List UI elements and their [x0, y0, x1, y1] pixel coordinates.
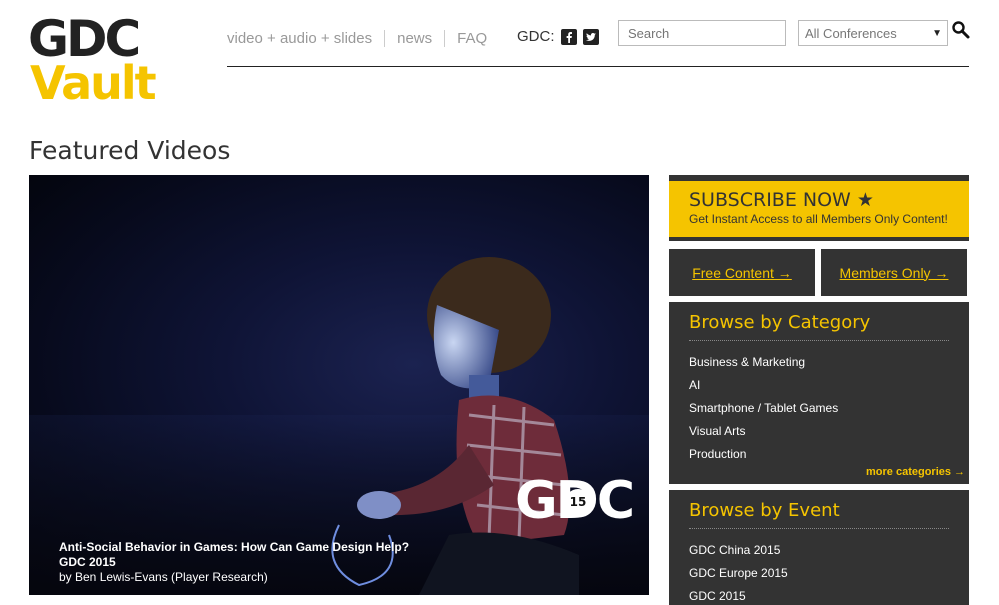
browse-category-title: Browse by Category	[689, 312, 949, 341]
free-content-button[interactable]: Free Content →	[669, 249, 815, 296]
hero-caption[interactable]: Anti-Social Behavior in Games: How Can G…	[59, 540, 409, 585]
header-divider	[227, 66, 969, 67]
sidebar-rule	[669, 237, 969, 241]
category-item[interactable]: AI	[689, 374, 949, 397]
gdc15-watermark: GDC 15	[515, 475, 635, 527]
featured-video-hero[interactable]: GDC 15 Anti-Social Behavior in Games: Ho…	[29, 175, 649, 595]
category-item[interactable]: Production	[689, 443, 949, 466]
members-only-button[interactable]: Members Only →	[821, 249, 967, 296]
twitter-icon[interactable]	[582, 28, 599, 45]
social-label: GDC:	[517, 28, 555, 45]
facebook-icon[interactable]	[560, 28, 577, 45]
watermark-badge: 15	[565, 489, 591, 515]
logo-line2: Vault	[30, 56, 157, 110]
event-list: GDC China 2015 GDC Europe 2015 GDC 2015	[689, 539, 949, 605]
subscribe-subtitle: Get Instant Access to all Members Only C…	[689, 212, 948, 226]
category-item[interactable]: Visual Arts	[689, 420, 949, 443]
nav-faq[interactable]: FAQ	[457, 30, 487, 47]
browse-event-title: Browse by Event	[689, 500, 949, 529]
magnifier-icon[interactable]	[951, 20, 971, 40]
category-item[interactable]: Business & Marketing	[689, 351, 949, 374]
event-item[interactable]: GDC 2015	[689, 585, 949, 605]
browse-by-event-box: Browse by Event GDC China 2015 GDC Europ…	[669, 490, 969, 605]
top-nav: video + audio + slides news FAQ	[227, 30, 487, 47]
nav-video-audio-slides[interactable]: video + audio + slides	[227, 30, 372, 47]
nav-news[interactable]: news	[397, 30, 432, 47]
subscribe-now-banner[interactable]: SUBSCRIBE NOW ★ Get Instant Access to al…	[669, 181, 969, 237]
event-item[interactable]: GDC Europe 2015	[689, 562, 949, 585]
nav-divider	[444, 30, 446, 47]
hero-title: Anti-Social Behavior in Games: How Can G…	[59, 540, 410, 554]
social-links: GDC:	[517, 28, 599, 45]
search-input[interactable]	[618, 20, 786, 46]
conference-select[interactable]: All Conferences ▼	[798, 20, 948, 46]
dropdown-arrow-icon: ▼	[932, 28, 942, 39]
more-categories-link[interactable]: more categories →	[866, 466, 965, 478]
featured-videos-title: Featured Videos	[29, 136, 231, 165]
hero-byline: by Ben Lewis-Evans (Player Research)	[59, 570, 268, 584]
subscribe-title: SUBSCRIBE NOW ★	[689, 189, 874, 211]
hero-event: GDC 2015	[59, 555, 116, 569]
conference-select-value: All Conferences	[805, 26, 897, 41]
browse-by-category-box: Browse by Category Business & Marketing …	[669, 302, 969, 484]
category-list: Business & Marketing AI Smartphone / Tab…	[689, 351, 949, 466]
gdc-vault-logo[interactable]: GDC Vault	[28, 14, 158, 110]
nav-divider	[384, 30, 386, 47]
event-item[interactable]: GDC China 2015	[689, 539, 949, 562]
category-item[interactable]: Smartphone / Tablet Games	[689, 397, 949, 420]
